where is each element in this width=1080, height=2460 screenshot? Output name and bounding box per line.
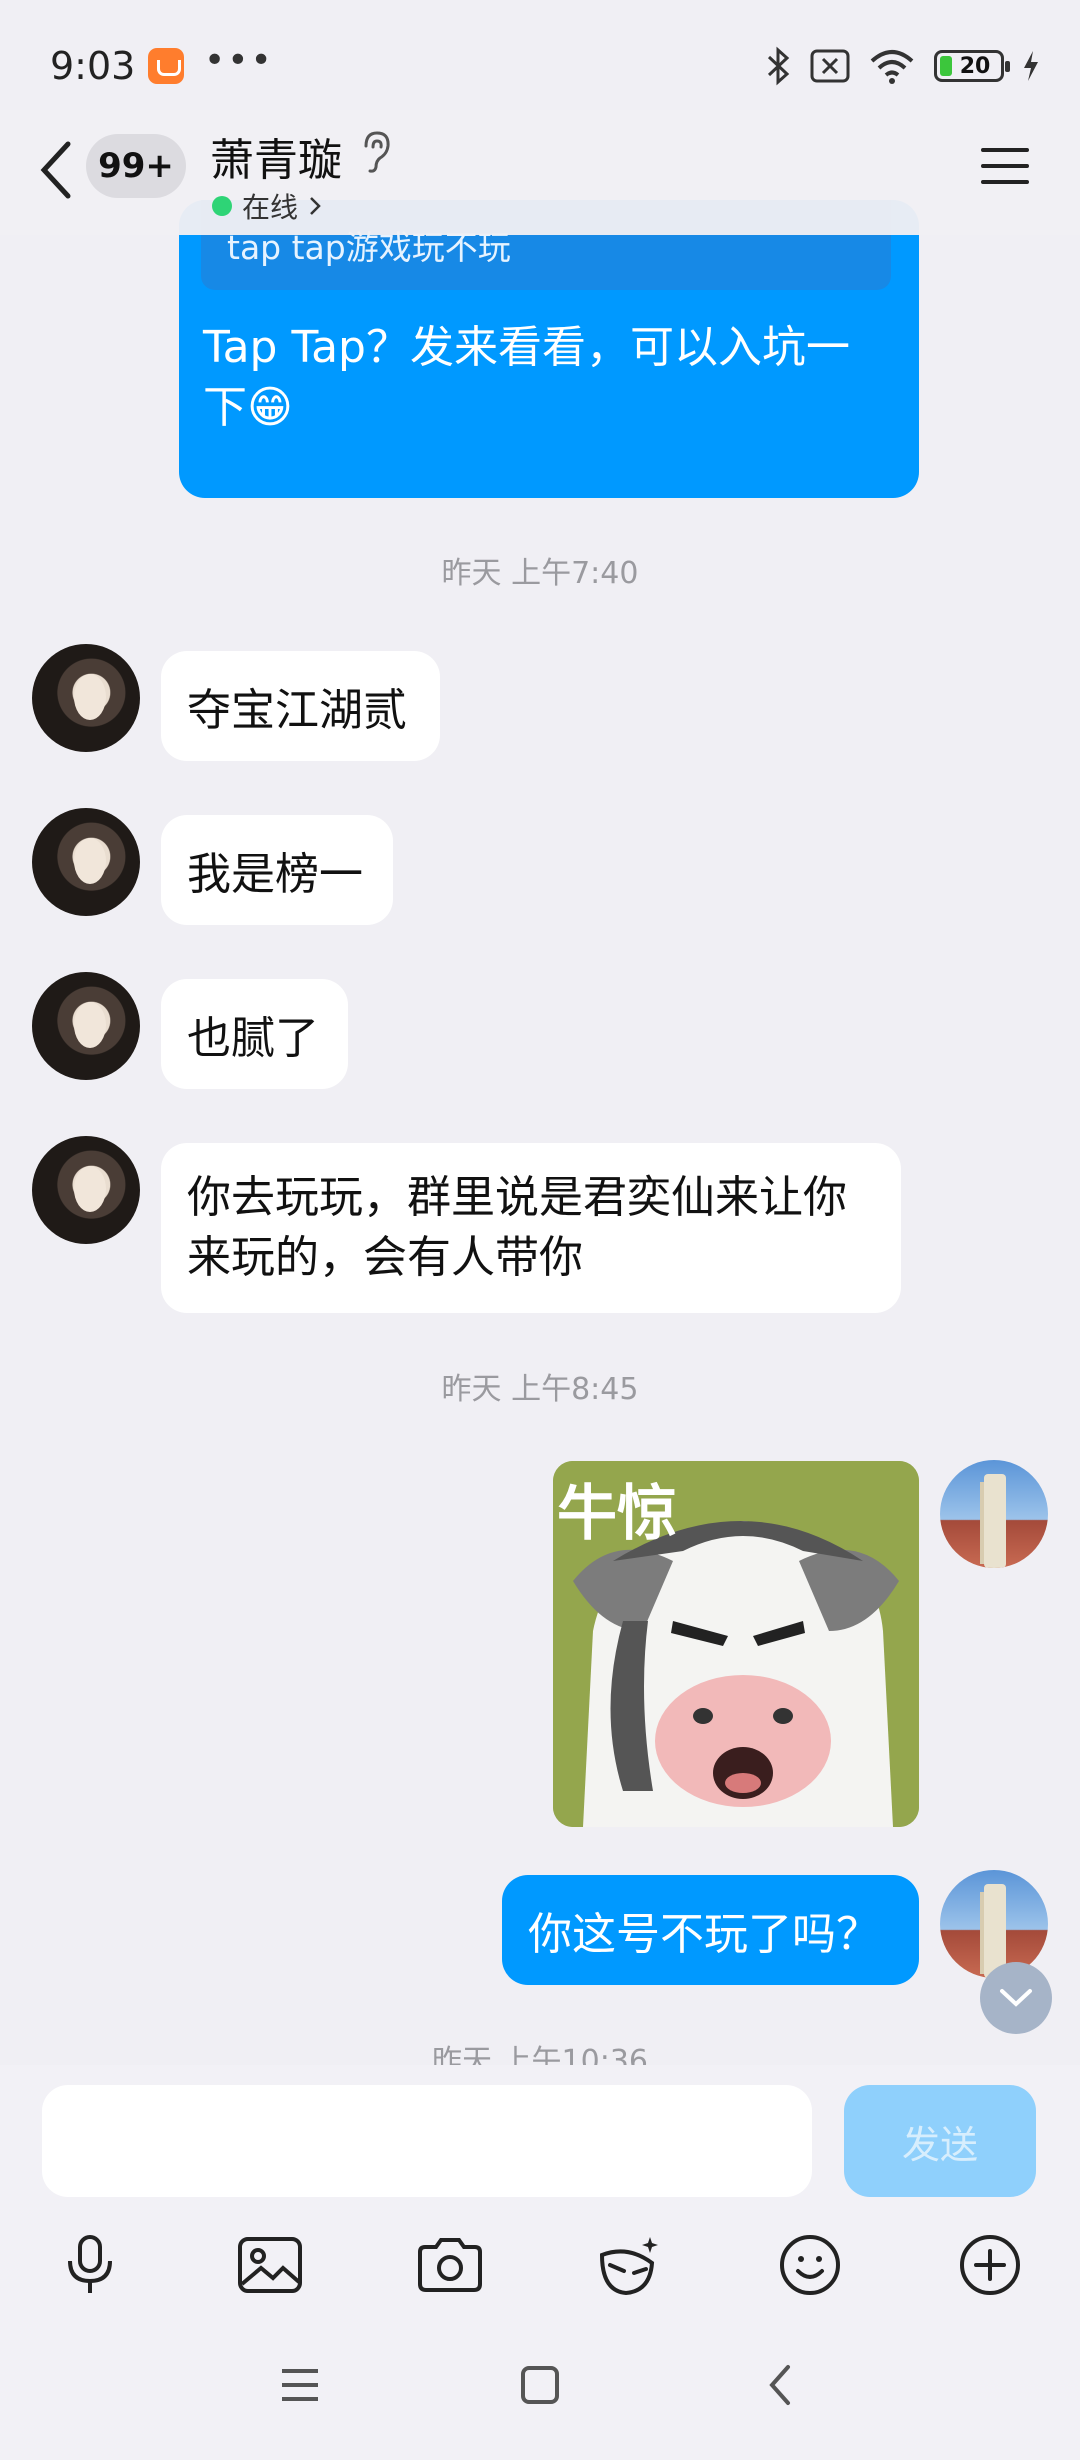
online-status[interactable]: 在线 xyxy=(212,186,322,226)
chat-area[interactable]: tap tap游戏玩不玩 Tap Tap？发来看看，可以入坑一下😁 昨天 上午7… xyxy=(0,0,1080,2065)
chevron-down-icon xyxy=(1000,1989,1032,2007)
ear-icon[interactable] xyxy=(358,130,392,174)
message-bubble-reply[interactable]: tap tap游戏玩不玩 Tap Tap？发来看看，可以入坑一下😁 xyxy=(179,200,919,498)
message-bubble[interactable]: 夺宝江湖贰 xyxy=(161,651,440,761)
menu-lines-icon xyxy=(282,2369,318,2401)
contact-avatar[interactable] xyxy=(32,1136,140,1244)
sticker-caption: 牛惊 xyxy=(557,1479,677,1549)
online-status-text: 在线 xyxy=(242,191,299,224)
message-input[interactable] xyxy=(42,2085,812,2197)
more-button[interactable] xyxy=(950,2225,1030,2305)
contact-avatar[interactable] xyxy=(32,972,140,1080)
camera-button[interactable] xyxy=(410,2225,490,2305)
smiley-icon xyxy=(780,2235,840,2295)
online-dot-icon xyxy=(212,196,232,216)
system-nav-bar xyxy=(0,2310,1080,2460)
menu-icon[interactable] xyxy=(980,144,1030,188)
my-avatar[interactable] xyxy=(940,1460,1048,1568)
message-text: 你这号不玩了吗？ xyxy=(528,1909,880,1960)
camera-icon xyxy=(418,2238,482,2292)
home-button[interactable] xyxy=(500,2350,580,2420)
smart-face-icon xyxy=(599,2237,658,2296)
message-bubble[interactable]: 也腻了 xyxy=(161,979,348,1089)
plus-circle-icon xyxy=(960,2235,1020,2295)
voice-button[interactable] xyxy=(50,2225,130,2305)
my-avatar[interactable] xyxy=(940,1870,1048,1978)
microphone-icon xyxy=(68,2235,112,2293)
square-icon xyxy=(521,2366,559,2404)
emoji-button[interactable] xyxy=(770,2225,850,2305)
unread-count-badge[interactable]: 99+ xyxy=(86,134,186,198)
contact-avatar[interactable] xyxy=(32,808,140,916)
sticker-image[interactable]: 牛惊 xyxy=(553,1461,919,1827)
send-button[interactable]: 发送 xyxy=(844,2085,1036,2197)
message-text: 夺宝江湖贰 xyxy=(187,685,407,736)
reply-text: Tap Tap？发来看看，可以入坑一下😁 xyxy=(203,322,850,433)
chat-header: 99+ 萧青璇 在线 xyxy=(0,110,1080,235)
message-text: 也腻了 xyxy=(187,1013,319,1064)
scroll-to-bottom-button[interactable] xyxy=(980,1962,1052,2034)
message-bubble-sent[interactable]: 你这号不玩了吗？ xyxy=(502,1875,919,1985)
contact-name[interactable]: 萧青璇 xyxy=(210,124,342,188)
contact-avatar[interactable] xyxy=(32,644,140,752)
message-text: 你去玩玩，群里说是君奕仙来让你来玩的，会有人带你 xyxy=(187,1172,847,1283)
message-text: 我是榜一 xyxy=(187,849,363,900)
back-arrow-icon[interactable] xyxy=(36,138,76,202)
recents-button[interactable] xyxy=(260,2350,340,2420)
timestamp: 昨天 上午7:40 xyxy=(441,556,639,591)
message-bubble[interactable]: 你去玩玩，群里说是君奕仙来让你来玩的，会有人带你 xyxy=(161,1143,901,1313)
chevron-right-icon xyxy=(310,197,321,215)
image-button[interactable] xyxy=(230,2225,310,2305)
ai-face-button[interactable] xyxy=(588,2225,668,2305)
system-back-button[interactable] xyxy=(740,2350,820,2420)
message-bubble[interactable]: 我是榜一 xyxy=(161,815,393,925)
back-chevron-icon xyxy=(769,2365,790,2405)
timestamp: 昨天 上午8:45 xyxy=(441,1372,639,1407)
image-icon xyxy=(238,2237,302,2293)
timestamp: 昨天 上午10:36 xyxy=(432,2044,648,2065)
